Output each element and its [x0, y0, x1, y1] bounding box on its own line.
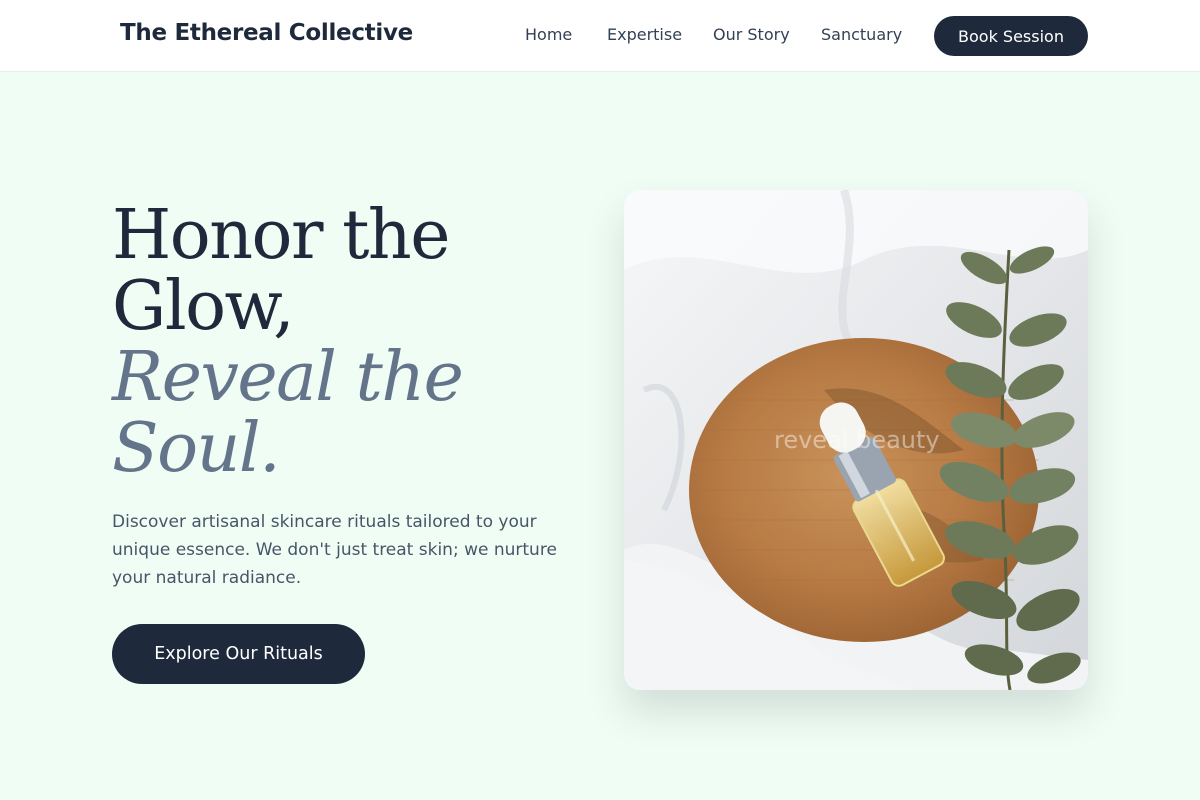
nav-link-home[interactable]: Home [525, 25, 572, 44]
nav-link-expertise[interactable]: Expertise [607, 25, 682, 44]
hero-title-line: Honor the [112, 196, 450, 275]
nav-link-our-story[interactable]: Our Story [713, 25, 790, 44]
book-session-button[interactable]: Book Session [934, 16, 1088, 56]
hero-title: Honor the Glow, Reveal the Soul. [112, 200, 592, 484]
brand-logo[interactable]: The Ethereal Collective [120, 20, 413, 46]
nav-link-sanctuary[interactable]: Sanctuary [821, 25, 902, 44]
image-watermark: reveal beauty [774, 426, 940, 454]
explore-rituals-button[interactable]: Explore Our Rituals [112, 624, 365, 684]
hero-title-accent-line: Soul. [112, 409, 281, 488]
hero-description: Discover artisanal skincare rituals tail… [112, 512, 557, 588]
hero-title-line: Glow, [112, 267, 295, 346]
hero-title-accent-line: Reveal the [112, 338, 464, 417]
navbar: The Ethereal Collective Home Expertise O… [0, 0, 1200, 72]
hero-image: reveal beauty [624, 190, 1088, 690]
